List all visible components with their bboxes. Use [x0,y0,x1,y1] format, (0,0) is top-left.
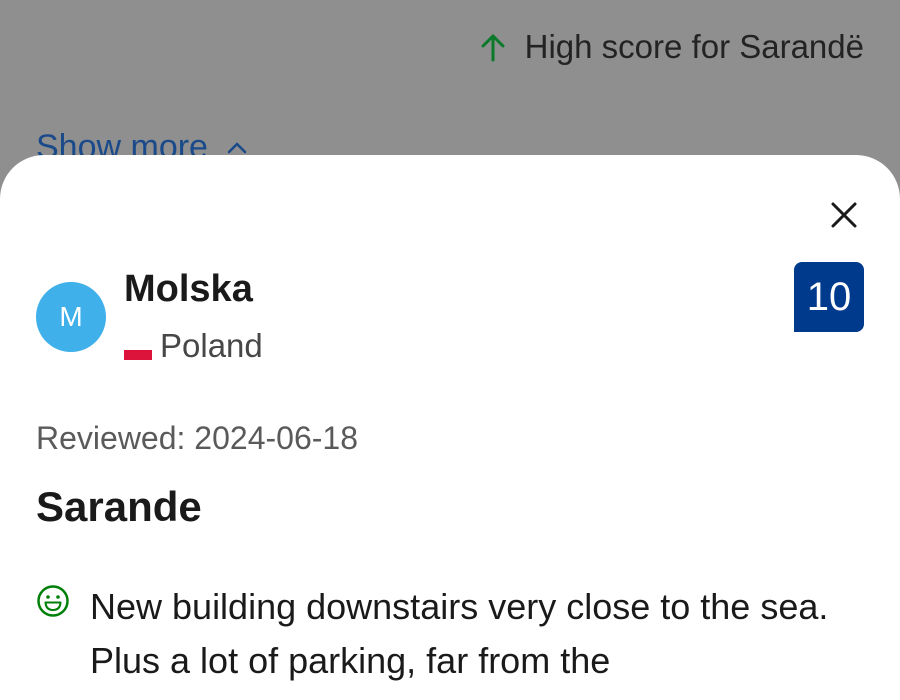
review-date: Reviewed: 2024-06-18 [36,420,358,456]
review-bottom-sheet: M Molska Poland 10 Reviewed: 2024-06-18 … [0,155,900,700]
reviewer-name: Molska [124,268,253,310]
score-value: 10 [806,274,852,319]
positive-comment-text: New building downstairs very close to th… [90,586,829,681]
reviewer-country: Poland [124,327,263,365]
country-label: Poland [160,327,263,364]
high-score-highlight: High score for Sarandë [479,28,864,66]
avatar: M [36,282,106,352]
avatar-initial: M [59,301,83,332]
positive-comment: New building downstairs very close to th… [36,580,866,688]
arrow-up-icon [481,34,505,62]
close-icon [831,202,857,228]
chevron-up-icon [227,142,247,153]
review-title: Sarande [36,483,202,530]
poland-flag-icon [124,342,152,360]
high-score-text: High score for Sarandë [524,28,864,65]
score-badge: 10 [794,262,864,332]
smile-icon [37,585,69,617]
close-button[interactable] [824,195,864,235]
